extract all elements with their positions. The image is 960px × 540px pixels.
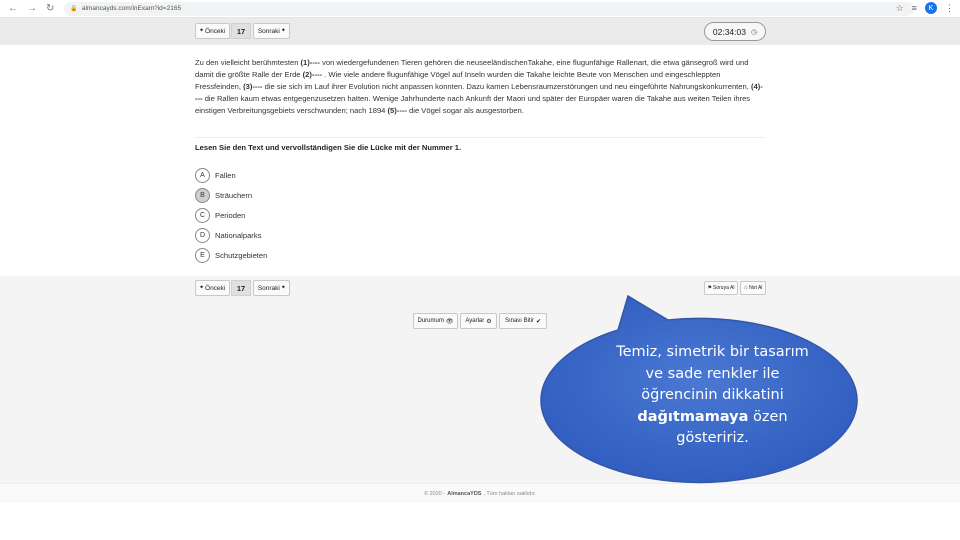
- speech-bubble-text: Temiz, simetrik bir tasarım ve sade renk…: [616, 344, 809, 446]
- speech-bubble: [540, 294, 858, 484]
